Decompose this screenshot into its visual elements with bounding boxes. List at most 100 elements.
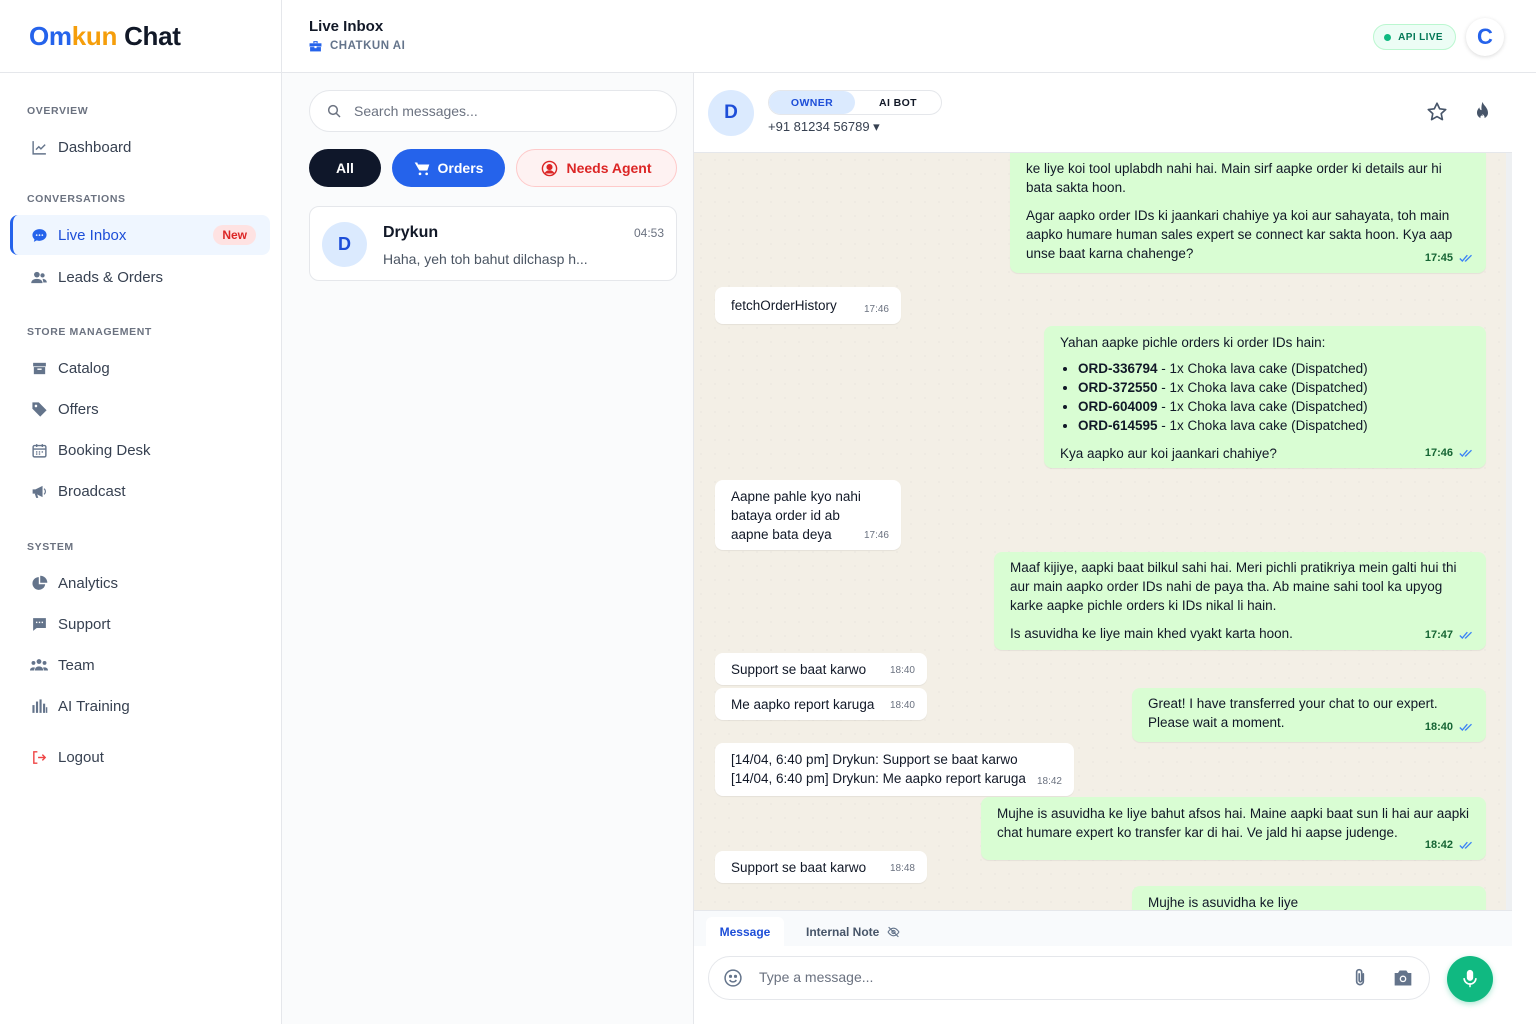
tab-internal-note[interactable]: Internal Note [806,917,900,947]
message-incoming: [14/04, 6:40 pm] Drykun: Support se baat… [715,743,1074,796]
order-list-item: ORD-604009 - 1x Choka lava cake (Dispatc… [1078,397,1470,416]
search-input[interactable] [354,103,654,119]
order-id: ORD-614595 [1078,418,1158,433]
fire-icon[interactable] [1473,101,1492,123]
page-title: Live Inbox [309,18,384,35]
message-outgoing: Great! I have transferred your chat to o… [1132,688,1486,742]
top-header: Live Inbox CHATKUN AI API LIVE C [282,0,1536,73]
message-incoming: Me aapko report karuga 18:40 [715,688,927,720]
double-check-icon [1459,631,1474,640]
message-thread[interactable]: ke liye koi tool uplabdh nahi hai. Main … [694,153,1512,910]
briefcase-icon [309,40,322,52]
mode-owner-option[interactable]: OWNER [769,91,855,114]
sidebar-item-broadcast[interactable]: Broadcast [10,471,270,511]
double-check-icon [1459,449,1474,458]
bar-chart-icon [30,697,48,715]
order-id: ORD-336794 [1078,361,1158,376]
team-icon [30,656,48,674]
sidebar-item-analytics[interactable]: Analytics [10,563,270,603]
filter-orders-button[interactable]: Orders [392,149,505,187]
star-icon[interactable] [1426,101,1448,123]
emoji-icon[interactable] [723,968,743,988]
mode-ai-bot-option[interactable]: AI BOT [855,97,941,109]
mode-toggle[interactable]: OWNER AI BOT [768,90,942,115]
message-time: 18:48 [889,863,915,874]
sidebar: Om kun Chat OVERVIEW Dashboard CONVERSATIO… [0,0,282,1024]
brand-part-3: Chat [124,20,181,51]
conversation-item[interactable]: D Drykun 04:53 Haha, yeh toh bahut dilch… [309,206,677,281]
sidebar-item-logout[interactable]: Logout [10,737,270,777]
sidebar-item-team[interactable]: Team [10,645,270,685]
camera-icon[interactable] [1393,969,1413,987]
sidebar-item-label: Analytics [58,574,119,592]
order-id: ORD-372550 [1078,380,1158,395]
message-time: 18:42 [1424,839,1453,851]
message-time: 18:40 [889,665,915,676]
message-incoming: Support se baat karwo 18:40 [715,653,927,685]
sidebar-item-catalog[interactable]: Catalog [10,348,270,388]
double-check-icon [1459,841,1474,850]
message-text: ke liye koi tool uplabdh nahi hai. Main … [1026,161,1442,195]
contact-name: Drykun [383,224,439,241]
double-check-icon [1459,254,1474,263]
conversation-list-panel: All Orders Needs Agent D Drykun 04:53 Ha… [282,73,694,1024]
section-overview: OVERVIEW [27,105,89,117]
composer-tabs: Message Internal Note [694,910,1512,947]
contact-avatar: D [322,222,367,267]
filter-all-button[interactable]: All [309,149,381,187]
section-store-management: STORE MANAGEMENT [27,326,152,338]
order-list-item: ORD-372550 - 1x Choka lava cake (Dispatc… [1078,378,1470,397]
message-input-box[interactable] [708,956,1430,1000]
chat-panel: D OWNER AI BOT +91 81234 56789 ▾ ke liye… [694,73,1512,1024]
message-text: Support se baat karwo [731,860,867,875]
message-incoming: fetchOrderHistory 17:46 [715,287,901,324]
brand-part-2: kun [71,20,118,51]
cart-icon [414,161,430,176]
brand-logo[interactable]: Om kun Chat [0,0,281,73]
chat-contact-avatar: D [708,90,754,136]
sidebar-item-label: Leads & Orders [58,268,164,286]
section-system: SYSTEM [27,541,74,553]
sidebar-item-live-inbox[interactable]: Live Inbox New [10,215,270,255]
message-incoming: Aapne pahle kyo nahi bataya order id ab … [715,480,901,550]
search-box[interactable] [309,90,677,132]
sidebar-item-label: Catalog [58,359,110,377]
message-meta: 18:42 [1425,836,1474,855]
double-check-icon [1459,723,1474,732]
message-outgoing: Mujhe is asuvidha ke liye bahut afsos ha… [981,797,1486,860]
api-status-label: API LIVE [1398,31,1443,43]
message-text: Great! I have transferred your chat to o… [1148,696,1438,730]
order-list: ORD-336794 - 1x Choka lava cake (Dispatc… [1078,359,1470,435]
contact-phone[interactable]: +91 81234 56789 ▾ [768,119,880,135]
voice-record-button[interactable] [1447,956,1493,1002]
filter-needs-agent-button[interactable]: Needs Agent [516,149,677,187]
sidebar-item-ai-training[interactable]: AI Training [10,686,270,726]
message-text: Me aapko report karuga [731,697,875,712]
sidebar-item-label: Broadcast [58,482,126,500]
message-meta: 17:45 [1425,249,1474,268]
message-time: 17:45 [1424,252,1453,264]
sidebar-item-booking-desk[interactable]: Booking Desk [10,430,270,470]
message-outgoing: Maaf kijiye, aapki baat bilkul sahi hai.… [994,552,1486,650]
box-icon [30,359,48,377]
paperclip-icon[interactable] [1351,968,1369,988]
filter-label: Needs Agent [566,160,652,176]
sidebar-item-dashboard[interactable]: Dashboard [10,127,270,167]
sidebar-item-leads-orders[interactable]: Leads & Orders [10,257,270,297]
message-square-icon [30,615,48,633]
sidebar-item-support[interactable]: Support [10,604,270,644]
user-avatar[interactable]: C [1466,18,1504,56]
message-incoming: Support se baat karwo 18:48 [715,851,927,883]
tab-message[interactable]: Message [706,917,784,947]
sidebar-item-offers[interactable]: Offers [10,389,270,429]
workspace-name: CHATKUN AI [330,40,406,52]
sidebar-item-label: Offers [58,400,99,418]
message-time: 18:40 [889,700,915,711]
message-scrollbar[interactable] [1506,153,1512,910]
message-text: Mujhe is asuvidha ke liye [1148,895,1299,910]
chat-bubble-icon [30,226,48,244]
message-input[interactable] [759,969,1319,985]
message-meta: 17:46 [1425,444,1474,463]
logout-icon [30,748,48,766]
calendar-icon [30,441,48,459]
